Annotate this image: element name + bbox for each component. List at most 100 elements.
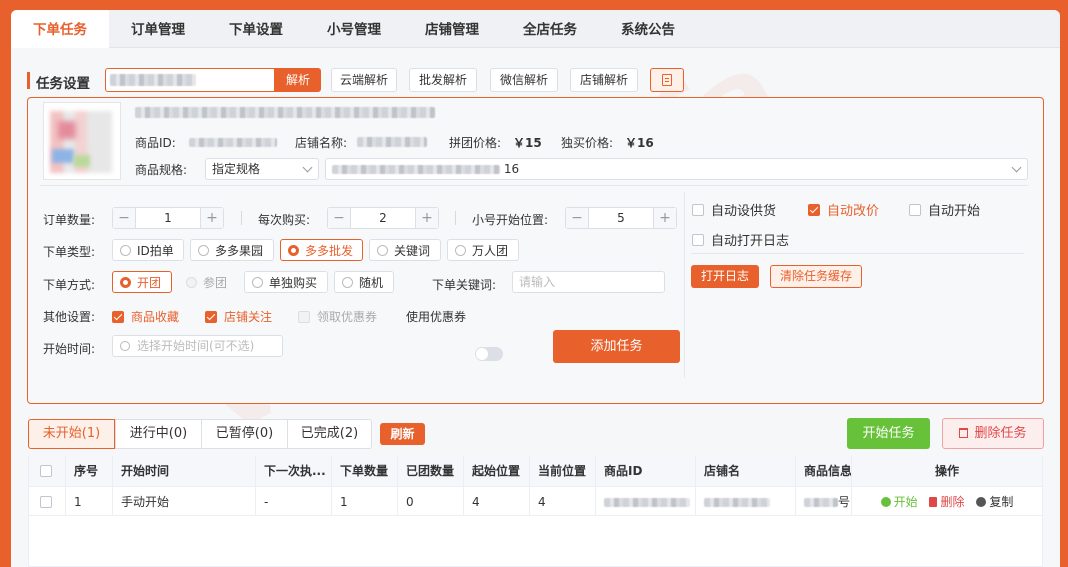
product-url-input[interactable] <box>105 68 275 92</box>
title-accent-bar <box>27 72 30 89</box>
tab-shop-manage[interactable]: 店铺管理 <box>403 10 501 48</box>
status-tab-paused[interactable]: 已暂停(0) <box>201 419 288 449</box>
spec-value-select[interactable]: 16 <box>325 158 1028 180</box>
col-header-actions: 操作 <box>852 456 1043 486</box>
per-buy-label: 每次购买: <box>258 213 311 227</box>
refresh-button[interactable]: 刷新 <box>380 423 425 445</box>
minus-icon[interactable]: − <box>113 208 135 228</box>
tab-order-manage[interactable]: 订单管理 <box>109 10 207 48</box>
section-title: 任务设置 <box>36 76 90 92</box>
plus-icon[interactable]: + <box>416 208 438 228</box>
main-nav-tabs: 下单任务 订单管理 下单设置 小号管理 店铺管理 全店任务 系统公告 <box>11 10 1060 48</box>
status-tab-running[interactable]: 进行中(0) <box>115 419 202 449</box>
chevron-down-icon <box>302 162 313 173</box>
row-select-cell <box>29 486 66 516</box>
cell-order-qty: 1 <box>332 486 398 516</box>
start-time-input[interactable]: 选择开始时间(可不选) <box>112 335 283 357</box>
spec-mode-value: 指定规格 <box>212 162 261 176</box>
group-price-label: 拼团价格: <box>449 136 502 150</box>
spec-value-suffix: 16 <box>503 162 520 176</box>
order-type-orchard[interactable]: 多多果园 <box>190 239 274 261</box>
app-window: 下单任务 订单管理 下单设置 小号管理 店铺管理 全店任务 系统公告 V: zu… <box>11 10 1060 567</box>
parse-button[interactable]: 解析 <box>275 68 321 92</box>
cloud-parse-button[interactable]: 云端解析 <box>331 68 397 92</box>
order-type-mass-group[interactable]: 万人团 <box>447 239 519 261</box>
start-pos-label: 小号开始位置: <box>472 213 549 227</box>
order-qty-value[interactable]: 1 <box>135 208 201 228</box>
spec-mode-select[interactable]: 指定规格 <box>205 158 319 180</box>
auto-reprice-checkbox[interactable]: 自动改价 <box>808 200 879 219</box>
keyword-input[interactable]: 请输入 <box>512 271 665 293</box>
tab-all-shop-task[interactable]: 全店任务 <box>501 10 599 48</box>
start-pos-stepper[interactable]: − 5 + <box>565 207 677 229</box>
col-header-current-pos: 当前位置 <box>530 456 596 486</box>
product-id-value <box>189 138 277 147</box>
per-buy-value[interactable]: 2 <box>350 208 416 228</box>
play-icon <box>880 497 891 507</box>
start-action[interactable]: 开始 <box>880 495 918 509</box>
order-type-wholesale[interactable]: 多多批发 <box>280 239 363 261</box>
trash-icon <box>929 497 938 507</box>
open-log-button[interactable]: 打开日志 <box>691 265 759 288</box>
order-type-id[interactable]: ID拍单 <box>112 239 184 261</box>
status-tab-finished[interactable]: 已完成(2) <box>287 419 372 449</box>
select-all-header <box>29 456 66 486</box>
status-tab-not-started[interactable]: 未开始(1) <box>28 419 115 449</box>
cell-start-pos: 4 <box>464 486 530 516</box>
order-method-label: 下单方式: <box>43 278 96 292</box>
start-task-button[interactable]: 开始任务 <box>847 418 930 449</box>
col-header-product-info: 商品信息 <box>796 456 852 486</box>
order-method-open-group[interactable]: 开团 <box>112 271 172 293</box>
order-method-random[interactable]: 随机 <box>334 271 394 293</box>
col-header-product-id: 商品ID <box>596 456 696 486</box>
solo-price-value: ￥16 <box>625 136 654 150</box>
add-task-button[interactable]: 添加任务 <box>553 330 680 363</box>
plus-icon[interactable]: + <box>654 208 676 228</box>
delete-task-button[interactable]: 删除任务 <box>942 418 1044 449</box>
cell-current-pos: 4 <box>530 486 596 516</box>
use-coupon-toggle[interactable] <box>475 347 503 361</box>
order-type-keyword[interactable]: 关键词 <box>369 239 441 261</box>
tab-account-manage[interactable]: 小号管理 <box>305 10 403 48</box>
wechat-parse-button[interactable]: 微信解析 <box>490 68 558 92</box>
auto-start-checkbox[interactable]: 自动开始 <box>909 200 980 219</box>
shop-parse-button[interactable]: 店铺解析 <box>570 68 638 92</box>
start-pos-value[interactable]: 5 <box>588 208 654 228</box>
order-method-solo[interactable]: 单独购买 <box>244 271 328 293</box>
auto-open-log-checkbox[interactable]: 自动打开日志 <box>692 230 789 249</box>
cell-shop-name <box>696 486 796 516</box>
auto-supply-checkbox[interactable]: 自动设供货 <box>692 200 776 219</box>
col-header-shop-name: 店铺名 <box>696 456 796 486</box>
minus-icon[interactable]: − <box>328 208 350 228</box>
use-coupon-label: 使用优惠券 <box>406 310 467 324</box>
select-all-checkbox[interactable] <box>40 465 52 477</box>
follow-shop-checkbox[interactable]: 店铺关注 <box>205 308 272 325</box>
col-header-next-run: 下一次执... <box>256 456 332 486</box>
copy-action[interactable]: 复制 <box>976 495 1013 509</box>
clock-icon <box>120 341 130 351</box>
tab-announcement[interactable]: 系统公告 <box>599 10 697 48</box>
plus-icon[interactable]: + <box>201 208 223 228</box>
delete-action[interactable]: 删除 <box>929 495 965 509</box>
start-time-label: 开始时间: <box>43 342 96 356</box>
notes-button[interactable] <box>650 68 684 92</box>
cell-grouped-qty: 0 <box>398 486 464 516</box>
minus-icon[interactable]: − <box>566 208 588 228</box>
get-coupon-checkbox[interactable]: 领取优惠券 <box>298 308 377 325</box>
separator <box>241 211 242 225</box>
order-method-join-group[interactable]: 参团 <box>178 271 238 293</box>
solo-price-label: 独买价格: <box>561 136 614 150</box>
product-id-label: 商品ID: <box>135 136 176 150</box>
favorite-product-checkbox[interactable]: 商品收藏 <box>112 308 179 325</box>
wholesale-parse-button[interactable]: 批发解析 <box>409 68 477 92</box>
order-qty-stepper[interactable]: − 1 + <box>112 207 224 229</box>
cell-next-run: - <box>256 486 332 516</box>
divider <box>691 253 1024 254</box>
row-checkbox[interactable] <box>40 496 52 508</box>
divider-vertical <box>684 192 685 378</box>
tab-order-settings[interactable]: 下单设置 <box>207 10 305 48</box>
clear-cache-button[interactable]: 清除任务缓存 <box>770 265 862 288</box>
tab-order-task[interactable]: 下单任务 <box>11 10 109 48</box>
other-settings-label: 其他设置: <box>43 310 96 324</box>
per-buy-stepper[interactable]: − 2 + <box>327 207 439 229</box>
